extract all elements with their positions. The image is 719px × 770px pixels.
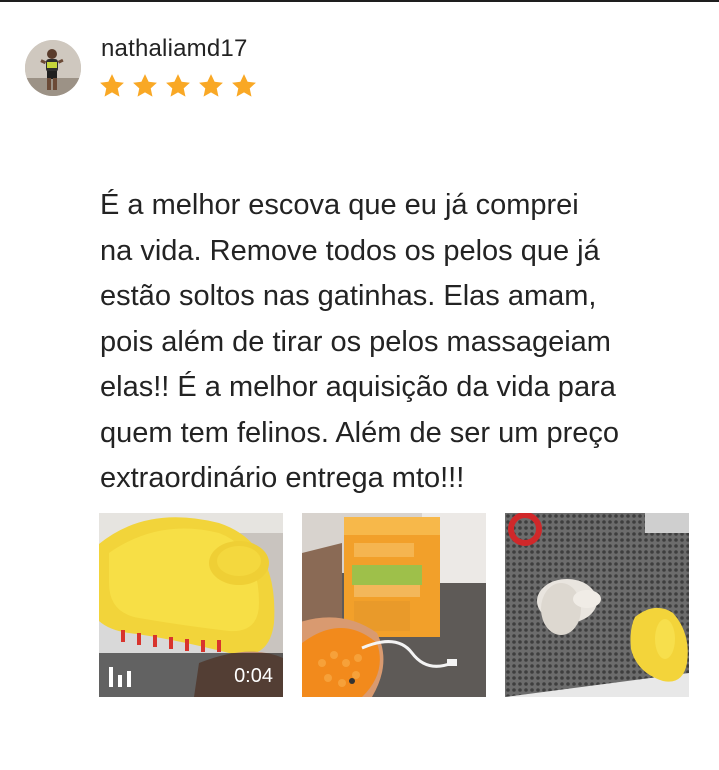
video-thumbnail[interactable]: 0:04 <box>99 513 283 697</box>
star-icon <box>100 74 124 97</box>
star-rating <box>98 72 258 100</box>
avatar[interactable] <box>25 40 81 96</box>
video-bars-icon <box>109 667 131 687</box>
star-icon <box>199 74 223 97</box>
star-icon <box>166 74 190 97</box>
top-divider <box>0 0 719 2</box>
photo-thumbnail[interactable] <box>505 513 689 697</box>
username[interactable]: nathaliamd17 <box>101 35 248 63</box>
star-icon <box>232 74 256 97</box>
media-gallery: 0:04 <box>99 513 689 697</box>
review-card: nathaliamd17 É a melhor escova que eu já… <box>0 0 719 770</box>
photo-thumbnail[interactable] <box>302 513 486 697</box>
review-text: É a melhor escova que eu já comprei na v… <box>100 189 620 494</box>
star-icon <box>133 74 157 97</box>
video-duration: 0:04 <box>234 665 273 687</box>
